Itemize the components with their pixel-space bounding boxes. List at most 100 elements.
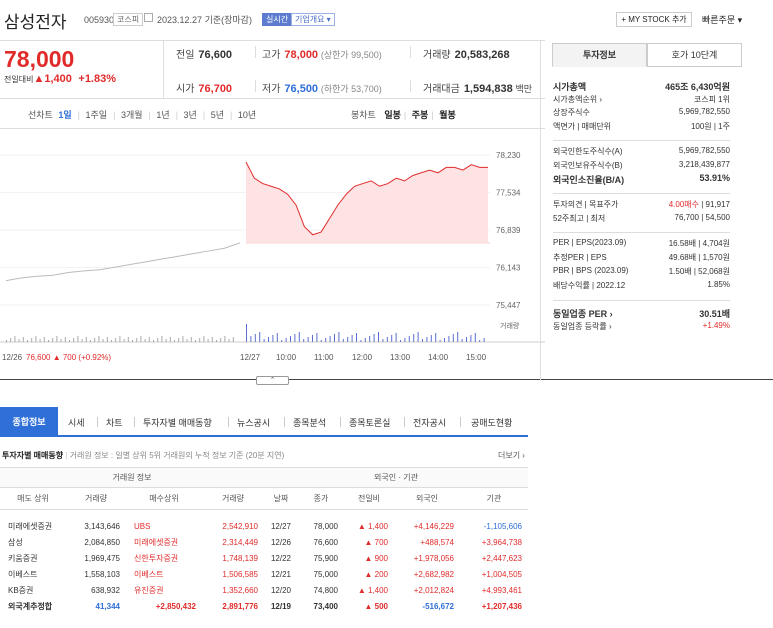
table-cell: 12/21: [270, 570, 292, 579]
volume-bar: [483, 338, 485, 342]
tab-investor-trend[interactable]: 투자자별 매매동향: [143, 416, 212, 429]
today-area: [246, 162, 488, 243]
table-cell: +1,207,436: [481, 602, 522, 611]
column-header: 기관: [460, 487, 528, 510]
volume-bar: [263, 339, 265, 342]
volume-bar: [43, 337, 45, 342]
table-cell: 12/22: [270, 554, 292, 563]
invest-value: 30.51배: [699, 307, 730, 320]
line-chart-label: 선차트: [28, 110, 53, 120]
volume-bar: [18, 339, 20, 342]
table-cell: 638,932: [91, 586, 120, 595]
divider: [0, 128, 545, 129]
table-cell: 2,542,910: [222, 522, 258, 531]
volume-bar: [334, 334, 335, 342]
invest-value-text: | 91,917: [699, 200, 730, 209]
table-cell: -516,672: [422, 602, 454, 611]
collapse-handle[interactable]: ⌃: [256, 376, 289, 385]
table-cell: 1,352,660: [222, 586, 258, 595]
tab-overview[interactable]: 종합정보: [0, 407, 58, 437]
tab-chart[interactable]: 차트: [106, 416, 123, 429]
tab-5year[interactable]: 5년: [211, 110, 224, 120]
volume-bar: [127, 337, 129, 342]
tab-weekly[interactable]: 주봉: [412, 110, 429, 120]
divider: [553, 140, 730, 141]
invest-value-text: 30.51배: [699, 309, 730, 319]
volume-bar: [22, 337, 24, 342]
invest-key: 추정PER | EPS: [553, 253, 607, 262]
tab-daily[interactable]: 일봉: [384, 110, 401, 120]
tab-10year[interactable]: 10년: [238, 110, 256, 120]
invest-key: 상장주식수: [553, 108, 590, 117]
more-link[interactable]: 더보기 ›: [498, 450, 525, 461]
table-cell: 2,891,776: [222, 602, 258, 611]
tab-analysis[interactable]: 종목분석: [293, 416, 326, 429]
volume-bar: [140, 336, 142, 342]
x-tick-label: 12:00: [352, 353, 373, 362]
tab-invest-info[interactable]: 투자정보: [552, 43, 647, 67]
table-cell: 키움증권: [8, 554, 38, 563]
tab-3year[interactable]: 3년: [184, 110, 197, 120]
table-cell: +1,004,505: [481, 570, 522, 579]
table-cell: 75,000: [313, 570, 338, 579]
volume-bar: [422, 339, 423, 342]
my-stock-add-button[interactable]: + MY STOCK 추가: [616, 12, 692, 27]
volume-bar: [413, 334, 415, 342]
volume-bar: [342, 339, 344, 342]
change-value: ▲1,400: [33, 73, 72, 85]
invest-key: 동일업종 등락률 ›: [553, 322, 612, 331]
volume-bar: [373, 334, 375, 342]
volume-bar: [169, 337, 171, 342]
divider: [553, 300, 730, 301]
volume-bar: [382, 339, 384, 342]
volume-bar: [298, 332, 300, 342]
volume-bar: [228, 339, 230, 342]
invest-value: 76,700 | 54,500: [675, 213, 730, 222]
column-header: 날짜: [264, 487, 298, 510]
overview-dropdown[interactable]: 기업개요 ▾: [291, 13, 335, 26]
bottom-tabs: 종합정보 시세 차트 투자자별 매매동향 뉴스공시 종목분석 종목토론실 전자공…: [0, 407, 528, 437]
tab-monthly[interactable]: 월봉: [439, 110, 456, 120]
y-tick-label: 76,839: [496, 226, 521, 235]
tab-news[interactable]: 뉴스공시: [237, 416, 270, 429]
quick-order-dropdown[interactable]: 빠른주문 ▾: [702, 13, 742, 26]
tab-discussion[interactable]: 종목토론실: [349, 416, 390, 429]
tab-3month[interactable]: 3개월: [121, 110, 143, 120]
tab-quote[interactable]: 시세: [68, 416, 85, 429]
trade-desc: 거래원 정보 : 일별 상위 5위 거래원의 누적 정보 기준 (20분 지연): [69, 451, 285, 460]
period-tabs: 선차트 1일 | 1주일 | 3개월 | 1년 | 3년 | 5년 | 10년: [28, 110, 257, 120]
volume-bar: [246, 324, 247, 342]
tab-1day[interactable]: 1일: [58, 110, 71, 120]
invest-value-text: 3,218,439,877: [678, 160, 730, 169]
volume-bar: [356, 333, 357, 342]
invest-value-text: 76,700 | 54,500: [674, 213, 730, 222]
x-tick-label: 12/27: [240, 353, 261, 362]
table-cell: 1,558,103: [84, 570, 120, 579]
tab-1week[interactable]: 1주일: [86, 110, 108, 120]
volume-bar: [395, 333, 397, 342]
volume-bar: [408, 336, 410, 342]
table-cell: 78,000: [313, 522, 338, 531]
table-cell: 12/27: [270, 522, 292, 531]
tab-orderbook[interactable]: 호가 10단계: [647, 43, 742, 67]
invest-value: 53.91%: [699, 173, 730, 183]
column-header: 매수상위: [126, 487, 202, 510]
invest-key: 배당수익률 | 2022.12: [553, 281, 626, 290]
table-cell: 76,600: [313, 538, 338, 547]
tab-disclosure[interactable]: 전자공시: [413, 416, 446, 429]
volume-bar: [250, 336, 252, 342]
y-tick-label: 75,447: [496, 301, 521, 310]
invest-key: 외국인한도주식수(A): [553, 147, 623, 156]
tab-1year[interactable]: 1년: [156, 110, 169, 120]
volume-bar: [404, 338, 406, 342]
invest-value-text: 5,969,782,550: [678, 146, 730, 155]
volume-bar: [165, 339, 167, 342]
chevron-up-icon: ⌃: [269, 377, 276, 384]
realtime-badge[interactable]: 실시간: [262, 13, 293, 26]
invest-value-text: 16.58배 | 4,704원: [668, 239, 730, 248]
volume-bar: [290, 336, 291, 342]
volume-bar: [294, 334, 296, 342]
divider: [410, 80, 411, 92]
x-tick-label: 15:00: [466, 353, 487, 362]
tab-short-selling[interactable]: 공매도현황: [471, 416, 512, 429]
